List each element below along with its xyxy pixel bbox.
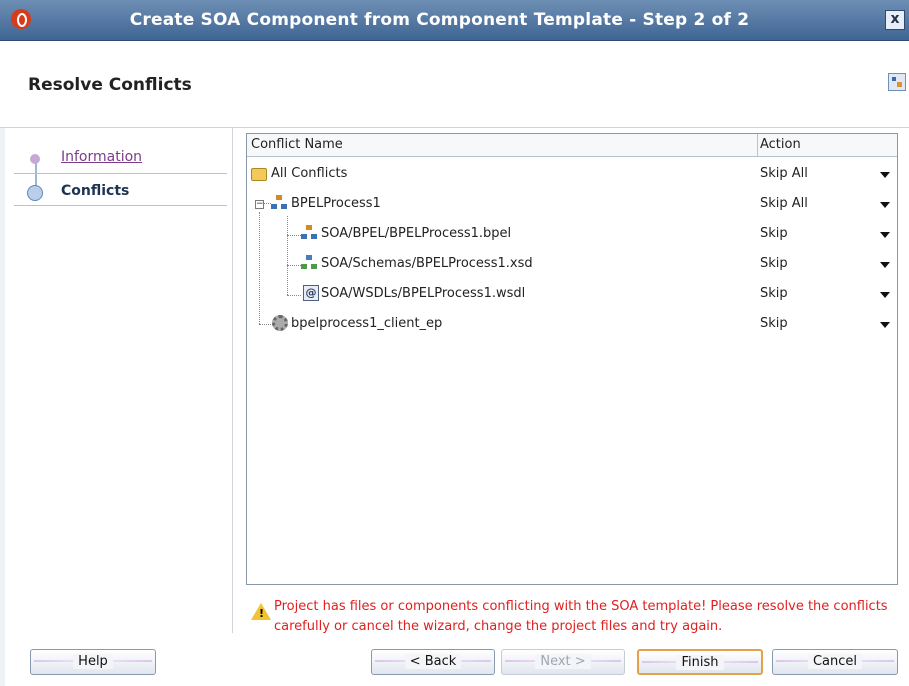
conflicts-table[interactable]: Conflict Name Action All Conflicts Skip … [246,133,898,585]
step-information-link[interactable]: Information [61,149,142,165]
conflict-name: SOA/WSDLs/BPELProcess1.wsdl [321,286,526,301]
action-dropdown-arrow-icon[interactable] [880,202,890,208]
action-value[interactable]: Skip [760,256,788,271]
wsdl-file-icon: @ [303,285,319,301]
next-button-label: Next > [535,654,591,669]
table-row-wsdl-file[interactable]: @ SOA/WSDLs/BPELProcess1.wsdl Skip [247,279,897,309]
table-row-bpelprocess1[interactable]: − BPELProcess1 Skip All [247,189,897,219]
action-value[interactable]: Skip [760,286,788,301]
column-header-conflict-name[interactable]: Conflict Name [251,137,343,152]
action-value[interactable]: Skip All [760,166,808,181]
window-title: Create SOA Component from Component Temp… [129,10,750,30]
action-value[interactable]: Skip [760,226,788,241]
finish-button-label: Finish [676,655,724,670]
step-divider [14,173,227,174]
conflict-name: bpelprocess1_client_ep [291,316,443,331]
next-button[interactable]: Next > [501,649,625,675]
back-button[interactable]: < Back [371,649,495,675]
folder-open-icon [251,168,267,181]
step-navigation [5,128,233,633]
action-dropdown-arrow-icon[interactable] [880,322,890,328]
action-dropdown-arrow-icon[interactable] [880,292,890,298]
step-conflicts[interactable]: Conflicts [14,180,224,202]
action-value[interactable]: Skip All [760,196,808,211]
page-title: Resolve Conflicts [28,75,192,95]
warning-icon-mark: ! [259,607,265,620]
back-button-label: < Back [404,654,462,669]
bpel-process-icon [271,195,287,211]
collapse-toggle-icon[interactable]: − [255,200,264,209]
step-information[interactable]: Information [14,146,224,168]
cancel-button-label: Cancel [807,654,863,669]
service-gear-icon [272,315,288,331]
close-button[interactable]: x [885,10,905,30]
step-divider [14,205,227,206]
page-header: Resolve Conflicts [0,41,909,128]
help-button[interactable]: Help [30,649,156,675]
step-dot-icon [30,154,40,164]
column-header-action[interactable]: Action [760,137,801,152]
conflict-name: SOA/Schemas/BPELProcess1.xsd [321,256,533,271]
column-divider[interactable] [757,134,758,156]
table-row-client-endpoint[interactable]: bpelprocess1_client_ep Skip [247,309,897,339]
step-active-dot-icon [27,185,43,201]
action-dropdown-arrow-icon[interactable] [880,232,890,238]
finish-button[interactable]: Finish [637,649,763,675]
action-dropdown-arrow-icon[interactable] [880,172,890,178]
help-button-label: Help [73,654,113,669]
bpel-file-icon [301,225,317,241]
conflict-name: BPELProcess1 [291,196,381,211]
table-row-all-conflicts[interactable]: All Conflicts Skip All [247,159,897,189]
table-row-bpel-file[interactable]: SOA/BPEL/BPELProcess1.bpel Skip [247,219,897,249]
title-bar: Create SOA Component from Component Temp… [0,0,909,41]
table-row-xsd-file[interactable]: SOA/Schemas/BPELProcess1.xsd Skip [247,249,897,279]
schema-file-icon [301,255,317,271]
table-header: Conflict Name Action [247,134,897,157]
conflict-name: SOA/BPEL/BPELProcess1.bpel [321,226,512,241]
conflict-warning-message: Project has files or components conflict… [274,599,888,634]
action-value[interactable]: Skip [760,316,788,331]
wizard-header-icon [888,73,906,91]
step-conflicts-label: Conflicts [61,183,130,199]
conflict-name: All Conflicts [271,166,348,181]
action-dropdown-arrow-icon[interactable] [880,262,890,268]
cancel-button[interactable]: Cancel [772,649,898,675]
